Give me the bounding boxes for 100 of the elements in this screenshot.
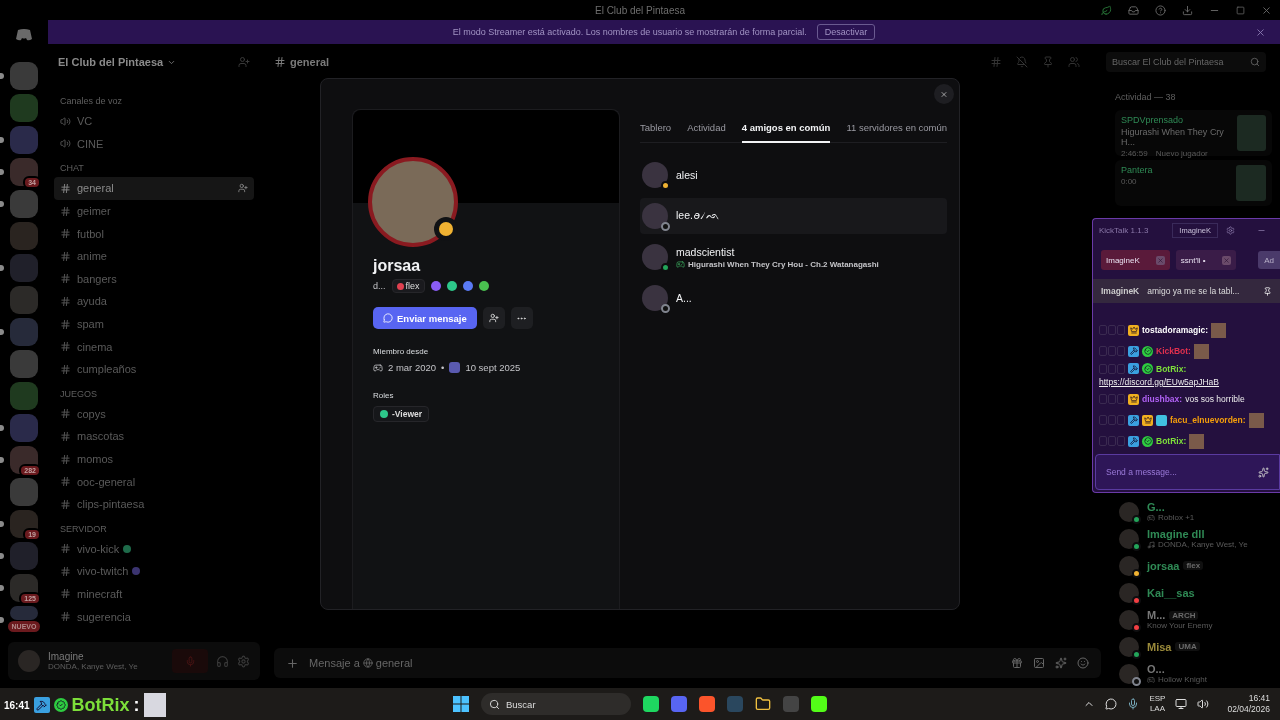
maximize-icon[interactable] (1236, 5, 1245, 15)
windows-logo-icon[interactable] (453, 696, 469, 712)
settings-icon[interactable] (237, 654, 250, 668)
inbox-icon[interactable] (1128, 4, 1139, 16)
game-launcher-icon[interactable] (727, 696, 743, 712)
clock[interactable]: 16:41 02/04/2026 (1227, 692, 1270, 716)
chat-app-icon[interactable] (671, 696, 687, 712)
message-actions-icon[interactable] (1099, 415, 1125, 425)
message-actions-icon[interactable] (1099, 325, 1125, 335)
channel-item[interactable]: ayuda (54, 290, 254, 313)
friend-item[interactable]: madscientist Higurashi When They Cry Hou - Ch.2 Watanagashi (640, 239, 948, 275)
member-item[interactable]: jorsaa flex (1115, 553, 1272, 578)
close-button[interactable] (934, 84, 954, 104)
friend-item[interactable]: A... (640, 280, 948, 316)
channel-item[interactable]: vivo-kick (54, 537, 254, 561)
channel-item[interactable]: cumpleaños (54, 357, 254, 381)
add-button[interactable]: Ad (1258, 251, 1280, 269)
channel-item[interactable]: cinema (54, 335, 254, 358)
friend-item[interactable]: alesi (640, 157, 948, 193)
discord-logo-icon[interactable] (15, 28, 33, 42)
volume-icon[interactable] (1197, 698, 1210, 710)
message-input[interactable]: Mensaje a general (274, 648, 1101, 678)
send-message-button[interactable]: Enviar mensaje (373, 307, 477, 329)
message-actions-icon[interactable] (1099, 346, 1125, 356)
language-indicator[interactable]: ESP LAA (1149, 694, 1166, 714)
chat-tab[interactable]: ssnt'li • (1175, 250, 1236, 270)
profile-tab[interactable]: 4 amigos en común (741, 122, 831, 143)
chat-link[interactable]: https://discord.gg/EUw5apJHaB (1099, 377, 1219, 387)
emoji-icon[interactable] (1077, 657, 1089, 669)
download-icon[interactable] (1182, 4, 1193, 16)
channel-item[interactable]: VC (54, 110, 254, 133)
chat-tab[interactable]: ImagineK (1101, 250, 1170, 270)
headphones-icon[interactable] (216, 654, 229, 668)
browser-icon[interactable] (699, 696, 715, 712)
channel-item[interactable]: ooc-general (54, 470, 254, 493)
settings-icon[interactable] (1226, 225, 1235, 235)
help-icon[interactable] (1155, 4, 1166, 16)
member-item[interactable]: O... Hollow Knight (1115, 661, 1272, 686)
server-icon[interactable] (10, 158, 38, 186)
streaming-app-icon[interactable] (811, 696, 827, 712)
category-label[interactable]: SERVIDOR (60, 523, 254, 534)
activity-card[interactable]: Pantera 0:00 (1115, 160, 1272, 206)
mute-icon[interactable] (1016, 56, 1028, 68)
friend-item[interactable]: lee.ꪮ৴ᨒ (640, 198, 948, 234)
member-item[interactable]: Misa UMA (1115, 634, 1272, 659)
sticker-icon[interactable] (1055, 657, 1067, 669)
channel-item[interactable]: sugerencia (54, 605, 254, 628)
chat-tray-icon[interactable] (1105, 698, 1118, 710)
channel-item[interactable]: minecraft (54, 582, 254, 606)
category-label[interactable]: CHAT (60, 163, 254, 174)
music-app-icon[interactable] (643, 696, 659, 712)
channel-item[interactable]: bangers (54, 267, 254, 291)
channel-item[interactable]: futbol (54, 222, 254, 245)
message-actions-icon[interactable] (1099, 394, 1125, 404)
channel-item[interactable]: geimer (54, 199, 254, 223)
emote-icon[interactable] (1258, 466, 1269, 478)
monitor-icon[interactable] (1175, 698, 1188, 710)
plus-icon[interactable] (286, 656, 299, 670)
deactivate-button[interactable]: Desactivar (816, 24, 876, 40)
channel-item[interactable]: anime (54, 244, 254, 268)
gift-icon[interactable] (1011, 657, 1023, 669)
invite-icon[interactable] (238, 183, 248, 194)
channel-item[interactable]: momos (54, 447, 254, 471)
server-icon[interactable] (10, 510, 38, 538)
close-icon[interactable] (1255, 26, 1266, 38)
message-actions-icon[interactable] (1099, 363, 1125, 374)
category-label[interactable]: Canales de voz (60, 96, 254, 106)
profile-tab[interactable]: 11 servidores en común (846, 122, 948, 143)
message-input[interactable]: Send a message... (1095, 454, 1280, 490)
channel-item[interactable]: clips-pintaesa (54, 492, 254, 516)
more-button[interactable] (510, 307, 533, 329)
channel-item[interactable]: vivo-twitch (54, 560, 254, 583)
category-label[interactable]: JUEGOS (60, 388, 254, 399)
channel-item[interactable]: spam (54, 312, 254, 336)
app-icon[interactable] (783, 696, 799, 712)
threads-icon[interactable] (990, 56, 1002, 68)
close-icon[interactable] (1155, 255, 1165, 265)
add-friend-button[interactable] (482, 307, 505, 329)
member-item[interactable]: M... ARCH Know Your Enemy (1115, 607, 1272, 632)
member-item[interactable]: Imagine dll DONDA, Kanye West, Ye (1115, 526, 1272, 551)
close-icon[interactable] (1221, 255, 1231, 265)
leaf-icon[interactable] (1101, 4, 1112, 16)
close-icon[interactable] (1261, 4, 1272, 16)
profile-tab[interactable]: Tablero (640, 122, 672, 143)
message-actions-icon[interactable] (1099, 436, 1125, 446)
microphone-icon[interactable] (1127, 698, 1140, 710)
member-item[interactable]: G... Roblox +1 (1115, 499, 1272, 524)
search-field[interactable]: Buscar El Club del Pintaesa (1106, 52, 1266, 72)
channel-item[interactable]: CINE (54, 132, 254, 156)
channel-item[interactable]: general (54, 177, 254, 200)
members-icon[interactable] (1068, 56, 1080, 68)
invite-icon[interactable] (238, 56, 250, 68)
channel-item[interactable]: copys (54, 402, 254, 426)
profile-tab[interactable]: Actividad (687, 122, 726, 143)
member-item[interactable]: Kai__sas (1115, 580, 1272, 605)
folder-icon[interactable] (755, 696, 771, 712)
activity-card[interactable]: SPDVprensado Higurashi When They Cry H... 2:46:59 Nuevo jugador (1115, 110, 1272, 156)
search-field[interactable]: Buscar (481, 693, 631, 715)
pin-icon[interactable] (1263, 286, 1272, 296)
channel-item[interactable]: mascotas (54, 425, 254, 448)
